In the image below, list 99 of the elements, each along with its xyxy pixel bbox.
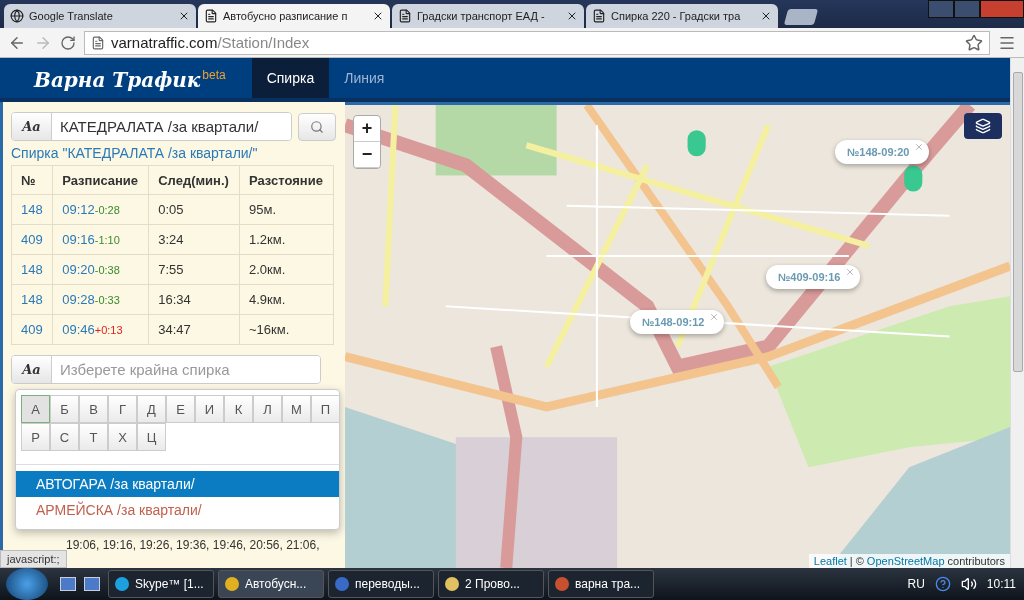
brand-logo[interactable]: Варна Трафик: [34, 68, 201, 92]
route-cell: 148: [11, 194, 53, 225]
start-button[interactable]: [6, 568, 48, 600]
reload-icon[interactable]: [60, 34, 76, 51]
stop-search-field[interactable]: Aa КАТЕДРАЛАТА /за квартали/: [11, 112, 292, 141]
distance-cell: ~16км.: [239, 314, 334, 345]
volume-icon[interactable]: [960, 576, 977, 592]
page-icon: [91, 35, 105, 50]
new-tab-button[interactable]: [783, 9, 819, 25]
browser-tab[interactable]: Автобусно разписание п: [198, 4, 390, 28]
zoom-in-button[interactable]: +: [354, 116, 380, 142]
letter-key[interactable]: Х: [108, 423, 137, 451]
time-cell: 09:20-0:38: [52, 254, 149, 285]
next-cell: 16:34: [148, 284, 240, 315]
route-cell: 409: [11, 314, 53, 345]
route-cell: 148: [11, 284, 53, 315]
route-cell: 409: [11, 224, 53, 255]
stop-title: Спирка "КАТЕДРАЛАТА /за квартали/": [11, 145, 259, 161]
letter-key[interactable]: И: [195, 395, 224, 423]
nav-tab[interactable]: Линия: [329, 58, 400, 98]
close-icon[interactable]: [566, 10, 578, 22]
delay-text: +0:13: [94, 324, 123, 336]
column-header: След(мин.): [148, 165, 240, 195]
letter-key[interactable]: Г: [108, 395, 137, 423]
delay-text: -1:10: [94, 234, 120, 246]
quick-launch-icon[interactable]: [84, 577, 100, 591]
page-icon: [398, 9, 412, 23]
taskbar-button[interactable]: 2 Прово...: [438, 570, 544, 598]
letter-key[interactable]: К: [224, 395, 253, 423]
letter-key[interactable]: Е: [166, 395, 195, 423]
column-header: Разписание: [52, 165, 149, 195]
taskbar-button[interactable]: варна тра...: [548, 570, 654, 598]
letter-key[interactable]: Л: [253, 395, 282, 423]
distance-cell: 1.2км.: [239, 224, 334, 255]
taskbar-button[interactable]: переводы...: [328, 570, 434, 598]
route-cell: 148: [11, 254, 53, 285]
time-cell: 09:16-1:10: [52, 224, 149, 255]
browser-tab[interactable]: Спирка 220 - Градски тра: [586, 4, 778, 28]
stop-option[interactable]: АВТОГАРА /за квартали/: [16, 471, 339, 497]
letter-key[interactable]: Б: [50, 395, 79, 423]
taskbar-button[interactable]: Skype™ [1...: [108, 570, 214, 598]
letter-key[interactable]: В: [79, 395, 108, 423]
quick-launch-icon[interactable]: [60, 577, 76, 591]
column-header: №: [11, 165, 53, 195]
letter-key[interactable]: С: [50, 423, 79, 451]
url-path: /Station/Index: [217, 34, 310, 51]
page-icon: [204, 9, 218, 23]
close-icon[interactable]: [178, 10, 190, 22]
status-bar: javascript:;: [0, 550, 67, 568]
time-cell: 09:46+0:13: [52, 314, 149, 345]
clock[interactable]: 10:11: [986, 577, 1016, 591]
layers-icon: [975, 118, 991, 134]
distance-cell: 2.0км.: [239, 254, 334, 285]
letter-key[interactable]: Р: [21, 423, 50, 451]
close-button[interactable]: [980, 0, 1024, 18]
letter-key[interactable]: Т: [79, 423, 108, 451]
attribution-text: contributors: [947, 555, 1005, 567]
close-icon[interactable]: [760, 10, 772, 22]
distance-cell: 4.9км.: [239, 284, 334, 315]
letter-key[interactable]: Д: [137, 395, 166, 423]
letter-key[interactable]: А: [21, 395, 50, 423]
help-icon[interactable]: [934, 576, 951, 592]
search-icon: [310, 119, 324, 134]
next-cell: 0:05: [148, 194, 240, 225]
letter-key[interactable]: М: [282, 395, 311, 423]
osm-link[interactable]: OpenStreetMap: [866, 555, 945, 567]
delay-text: -0:38: [94, 264, 120, 276]
time-cell: 09:12-0:28: [52, 194, 149, 225]
browser-tab[interactable]: Градски транспорт ЕАД -: [392, 4, 584, 28]
stop-option[interactable]: АРМЕЙСКА /за квартали/: [16, 497, 339, 523]
address-field[interactable]: varnatraffic.com/Station/Index: [84, 30, 990, 55]
time-cell: 09:28-0:33: [52, 284, 149, 315]
taskbar-button[interactable]: Автобусн...: [218, 570, 324, 598]
next-cell: 7:55: [148, 254, 240, 285]
layers-button[interactable]: [964, 113, 1002, 139]
letter-key[interactable]: Ц: [137, 423, 166, 451]
leaflet-link[interactable]: Leaflet: [813, 555, 847, 567]
language-indicator[interactable]: RU: [907, 577, 925, 591]
page-icon: [592, 9, 606, 23]
keyboard-toggle[interactable]: Aa: [12, 356, 52, 383]
next-cell: 3:24: [148, 224, 240, 255]
attribution-separator: | ©: [849, 555, 864, 567]
close-icon[interactable]: [372, 10, 384, 22]
next-cell: 34:47: [148, 314, 240, 345]
star-icon[interactable]: [965, 33, 983, 52]
column-header: Разстояние: [239, 165, 334, 195]
nav-tab[interactable]: Спирка: [251, 58, 330, 98]
letter-key[interactable]: П: [311, 395, 340, 423]
zoom-out-button[interactable]: −: [354, 142, 380, 168]
browser-tab[interactable]: Google Translate: [4, 4, 196, 28]
destination-field[interactable]: Aa Изберете крайна спирка: [11, 355, 321, 384]
url-host: varnatraffic.com: [111, 34, 218, 51]
distance-cell: 95м.: [239, 194, 334, 225]
times-text: 19:06, 19:16, 19:26, 19:36, 19:46, 20:56, 21:06,: [65, 537, 321, 554]
delay-text: -0:28: [94, 204, 120, 216]
beta-label: beta: [202, 68, 226, 82]
delay-text: -0:33: [94, 294, 120, 306]
keyboard-toggle[interactable]: Aa: [12, 113, 52, 140]
scrollbar[interactable]: [1010, 58, 1024, 568]
